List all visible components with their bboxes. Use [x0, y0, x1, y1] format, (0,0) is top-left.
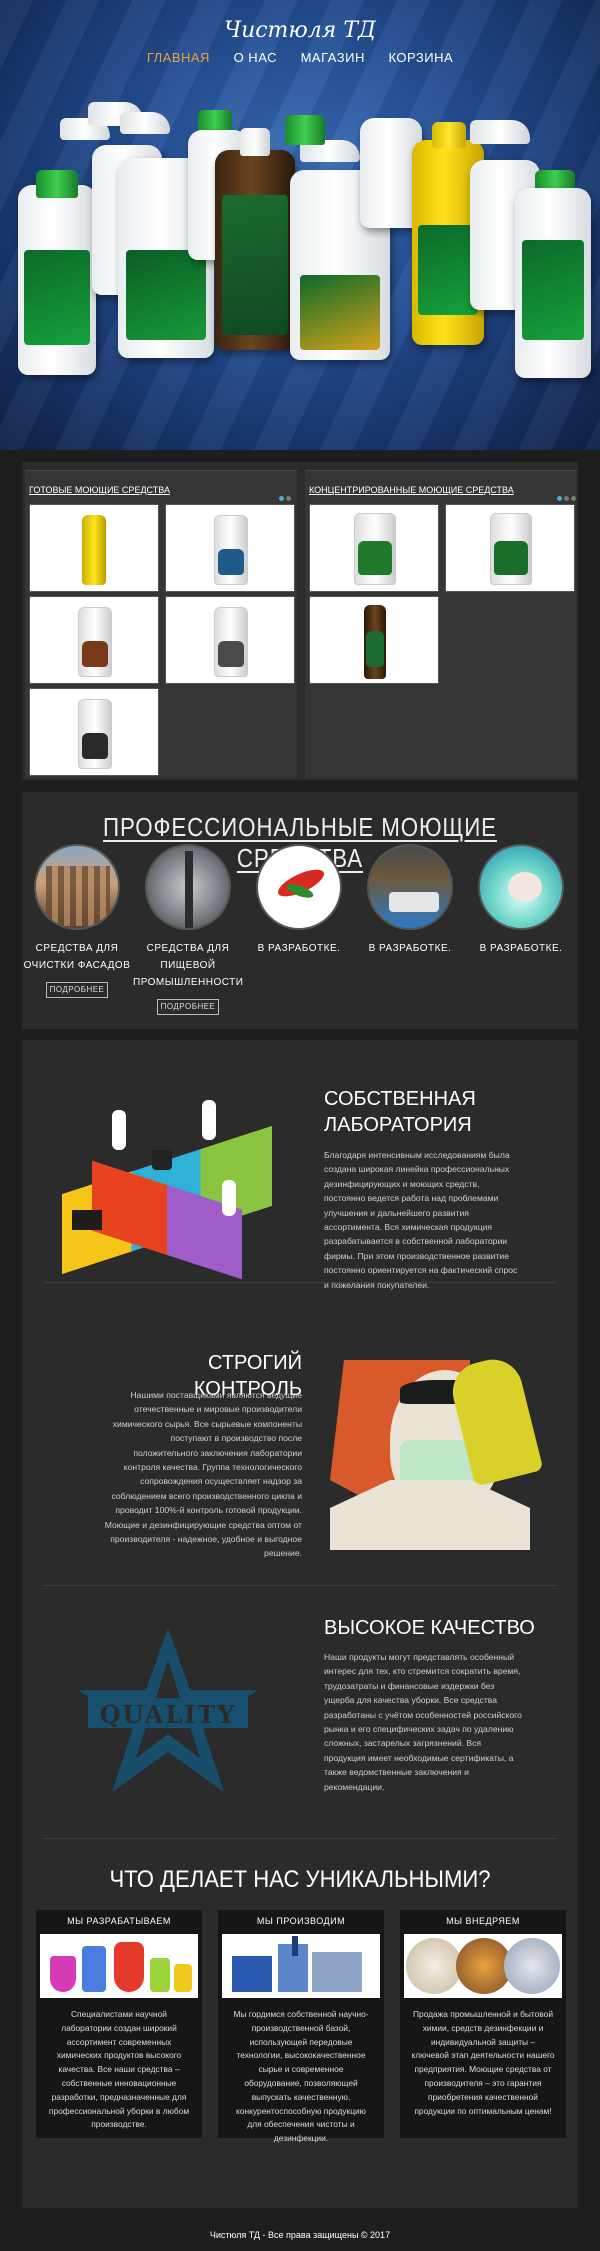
scientist-illustration [330, 1353, 544, 1550]
quality-title: ВЫСОКОЕ КАЧЕСТВО [324, 1617, 535, 1639]
professional-item-label: В РАЗРАБОТКЕ. [257, 943, 341, 954]
product-thumb[interactable] [165, 504, 295, 592]
unique-card-implement: МЫ ВНЕДРЯЕМ Продажа промышленной и бытов… [400, 1910, 566, 2138]
food-industry-image[interactable] [145, 844, 231, 930]
development-image-2 [367, 844, 453, 930]
catalog-concentrated-title[interactable]: КОНЦЕНТРИРОВАННЫЕ МОЮЩИЕ СРЕДСТВА [309, 485, 514, 495]
product-thumb[interactable] [309, 596, 439, 684]
professional-section: ПРОФЕССИОНАЛЬНЫЕ МОЮЩИЕ СРЕДСТВА СРЕДСТВ… [22, 792, 578, 1029]
catalog-concentrated-products: КОНЦЕНТРИРОВАННЫЕ МОЮЩИЕ СРЕДСТВА [305, 470, 577, 778]
control-text: Нашими поставщиками являются ведущие отеч… [104, 1390, 302, 1559]
section-divider [44, 1585, 556, 1586]
nav-home[interactable]: ГЛАВНАЯ [147, 50, 210, 65]
flasks-image [40, 1934, 198, 1998]
professional-item-label: СРЕДСТВА ДЛЯ ПИЩЕВОЙ ПРОМЫШЛЕННОСТИ [133, 943, 244, 988]
unique-card-text: Специалистами научной лаборатории создан … [48, 2009, 190, 2130]
site-brand[interactable]: Чистюля ТД [0, 18, 600, 43]
lab-title: СОБСТВЕННАЯ ЛАБОРАТОРИЯ [324, 1088, 476, 1136]
section-divider [44, 1838, 556, 1839]
quality-logo: QUALITY [68, 1620, 268, 1800]
nav-shop[interactable]: МАГАЗИН [301, 50, 365, 65]
more-button[interactable]: ПОДРОБНЕЕ [46, 982, 108, 998]
unique-card-develop: МЫ РАЗРАБАТЫВАЕМ Специалистами научной ла… [36, 1910, 202, 2138]
development-image-1 [256, 844, 342, 930]
product-thumb[interactable] [165, 596, 295, 684]
hero-banner: Чистюля ТД ГЛАВНАЯ О НАС МАГАЗИН КОРЗИНА [0, 0, 600, 450]
product-thumb[interactable] [445, 504, 575, 592]
footer-copyright: Чистюля ТД - Все права защищены © 2017 [209, 2230, 391, 2240]
quality-text: Наши продукты могут представлять особенн… [324, 1652, 522, 1792]
product-thumb[interactable] [309, 504, 439, 592]
more-button[interactable]: ПОДРОБНЕЕ [157, 999, 219, 1015]
nav-about[interactable]: О НАС [234, 50, 277, 65]
product-thumb[interactable] [29, 596, 159, 684]
factory-image [222, 1934, 380, 1998]
unique-card-title: МЫ РАЗРАБАТЫВАЕМ [67, 1916, 171, 1926]
unique-title: ЧТО ДЕЛАЕТ НАС УНИКАЛЬНЫМИ? [109, 1866, 491, 1893]
about-section: СОБСТВЕННАЯ ЛАБОРАТОРИЯ Благодаря интенс… [22, 1040, 578, 2208]
product-thumb[interactable] [29, 504, 159, 592]
catalog-ready-products: ГОТОВЫЕ МОЮЩИЕ СРЕДСТВА [25, 470, 297, 778]
professional-item-label: СРЕДСТВА ДЛЯ ОЧИСТКИ ФАСАДОВ [23, 943, 131, 971]
nav-cart[interactable]: КОРЗИНА [389, 50, 454, 65]
unique-card-text: Продажа промышленной и бытовой химии, сре… [411, 2009, 555, 2116]
development-image-3 [478, 844, 564, 930]
catalog-ready-title[interactable]: ГОТОВЫЕ МОЮЩИЕ СРЕДСТВА [29, 485, 170, 495]
catalog-section: ГОТОВЫЕ МОЮЩИЕ СРЕДСТВА КОНЦЕНТРИРОВАННЫ… [22, 462, 578, 780]
professional-item-label: В РАЗРАБОТКЕ. [368, 943, 452, 954]
quality-logo-text: QUALITY [99, 1700, 237, 1729]
cleaning-collage-image [404, 1934, 562, 1998]
carousel-dots[interactable] [555, 486, 576, 505]
professional-item-label: В РАЗРАБОТКЕ. [479, 943, 563, 954]
main-nav: ГЛАВНАЯ О НАС МАГАЗИН КОРЗИНА [0, 50, 600, 65]
facade-cleaning-image[interactable] [34, 844, 120, 930]
lab-text: Благодаря интенсивным исследованиям была… [324, 1150, 518, 1290]
unique-card-title: МЫ ВНЕДРЯЕМ [446, 1916, 520, 1926]
unique-card-produce: МЫ ПРОИЗВОДИМ Мы гордимся собственной на… [218, 1910, 384, 2143]
section-divider [44, 1282, 556, 1283]
carousel-dots[interactable] [277, 486, 291, 505]
unique-cards: МЫ РАЗРАБАТЫВАЕМ Специалистами научной ла… [36, 1910, 566, 2143]
laboratory-illustration [52, 1090, 282, 1280]
unique-card-title: МЫ ПРОИЗВОДИМ [256, 1916, 346, 1926]
unique-card-text: Мы гордимся собственной научно-производс… [233, 2009, 369, 2144]
product-thumb[interactable] [29, 688, 159, 776]
